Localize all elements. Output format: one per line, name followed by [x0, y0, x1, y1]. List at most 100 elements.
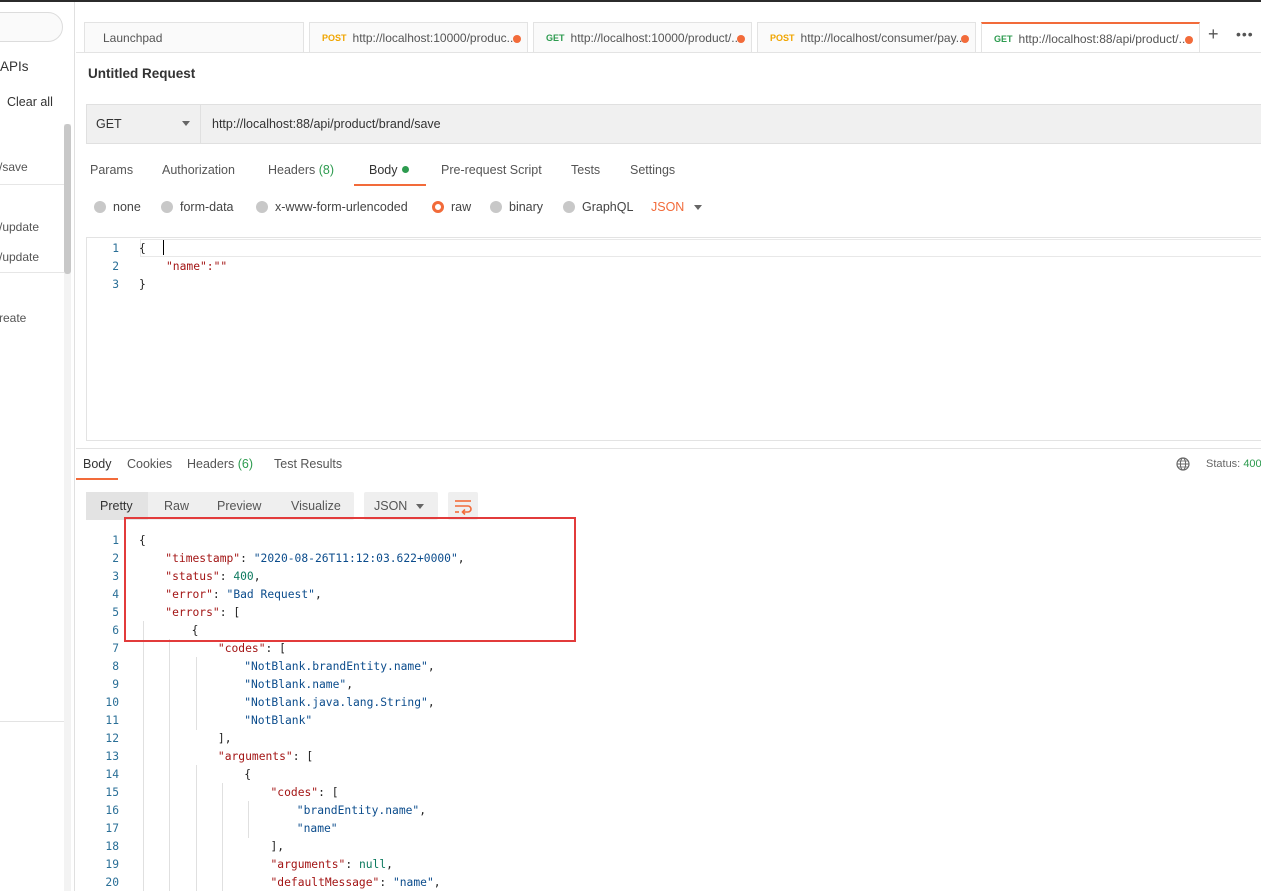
radio-none[interactable]: none	[94, 200, 141, 214]
tab-headers[interactable]: Headers (8)	[268, 163, 334, 177]
globe-icon[interactable]	[1176, 457, 1190, 471]
tab-response-headers[interactable]: Headers (6)	[187, 457, 253, 471]
code-line: "NotBlank.java.lang.String",	[244, 696, 434, 709]
line-number: 14	[105, 768, 119, 781]
code-line: "codes": [	[271, 786, 339, 799]
response-format-select[interactable]: JSON	[364, 492, 438, 520]
code-line: "arguments": null,	[271, 858, 393, 871]
code-token: "name"	[392, 876, 434, 889]
view-mode-preview[interactable]: Preview	[217, 499, 261, 513]
sidebar-search-input[interactable]	[0, 12, 63, 42]
tab-method: GET	[994, 33, 1013, 44]
tab-request-3[interactable]: POST http://localhost/consumer/pay...	[757, 22, 976, 53]
tab-count: (6)	[237, 457, 254, 471]
radio-x-www-form-urlencoded[interactable]: x-www-form-urlencoded	[256, 200, 408, 214]
code-token: null	[358, 858, 387, 871]
sidebar-scrollbar[interactable]	[64, 124, 71, 274]
history-item[interactable]: /update	[0, 250, 39, 264]
history-item[interactable]: /update	[0, 220, 39, 234]
code-token: ,	[419, 804, 427, 817]
radio-graphql[interactable]: GraphQL	[563, 200, 633, 214]
line-number: 1	[112, 534, 119, 547]
tab-request-1[interactable]: POST http://localhost:10000/produc...	[309, 22, 528, 53]
line-number: 19	[105, 858, 119, 871]
radio-circle-icon	[161, 201, 173, 213]
tab-pre-request-script[interactable]: Pre-request Script	[441, 163, 542, 177]
tab-authorization[interactable]: Authorization	[162, 163, 235, 177]
sidebar-apis-tab[interactable]: APIs	[0, 59, 29, 74]
tab-settings[interactable]: Settings	[630, 163, 675, 177]
wrap-lines-icon	[455, 500, 472, 516]
line-number: 1	[112, 242, 119, 255]
status-value: 400	[1243, 458, 1261, 470]
code-token: "NotBlank.brandEntity.name"	[244, 660, 428, 673]
indent-guide	[221, 783, 223, 891]
radio-label: raw	[451, 200, 472, 214]
tab-tests[interactable]: Tests	[571, 163, 600, 177]
wrap-lines-button[interactable]	[448, 492, 478, 520]
tab-label: Tests	[571, 163, 601, 177]
radio-form-data[interactable]: form-data	[161, 200, 234, 214]
tab-response-cookies[interactable]: Cookies	[127, 457, 172, 471]
code-line: "arguments": [	[218, 750, 313, 763]
url-input[interactable]: http://localhost:88/api/product/brand/sa…	[212, 117, 441, 131]
tab-label: http://localhost:10000/product/...	[570, 31, 742, 45]
history-item[interactable]: /save	[0, 160, 28, 174]
line-number: 2	[112, 260, 119, 273]
view-mode-pretty[interactable]: Pretty	[100, 499, 133, 513]
line-number: 3	[112, 570, 119, 583]
code-token: ,	[386, 858, 393, 871]
status-label: Status:	[1206, 458, 1241, 470]
radio-label: form-data	[180, 200, 234, 214]
tab-label: Settings	[630, 163, 676, 177]
tab-test-results[interactable]: Test Results	[274, 457, 342, 471]
code-token: ,	[346, 678, 354, 691]
code-line: "NotBlank.name",	[244, 678, 353, 691]
active-tab-indicator	[76, 478, 118, 480]
response-format-value: JSON	[374, 499, 408, 513]
tab-method: POST	[322, 33, 347, 43]
body-format-select[interactable]: JSON	[651, 200, 684, 214]
code-line: ],	[271, 840, 285, 853]
view-mode-visualize[interactable]: Visualize	[291, 499, 341, 513]
tab-request-active[interactable]: GET http://localhost:88/api/product/...	[981, 22, 1200, 53]
tab-launchpad[interactable]: Launchpad	[84, 22, 304, 53]
clear-all-button[interactable]: Clear all	[7, 95, 53, 109]
response-status: Status: 400	[1206, 458, 1261, 470]
chevron-down-icon	[416, 504, 424, 509]
unsaved-dot-icon	[513, 35, 521, 43]
new-tab-plus-icon[interactable]: +	[1208, 24, 1219, 45]
line-number: 11	[105, 714, 119, 727]
tab-params[interactable]: Params	[90, 163, 133, 177]
code-line: "name":""	[166, 260, 228, 273]
annotation-highlight-box	[124, 517, 576, 642]
code-line: "name"	[297, 822, 338, 835]
line-number: 20	[105, 876, 119, 889]
code-token: : [	[292, 750, 314, 763]
view-mode-raw[interactable]: Raw	[164, 499, 189, 513]
tab-label: Cookies	[127, 457, 173, 471]
tab-label: Authorization	[162, 163, 235, 177]
radio-raw[interactable]: raw	[432, 200, 471, 214]
tab-body[interactable]: Body	[369, 163, 409, 177]
code-token: "codes"	[270, 786, 319, 799]
history-item[interactable]: reate	[0, 311, 26, 325]
chevron-down-icon[interactable]	[694, 205, 702, 210]
tab-request-2[interactable]: GET http://localhost:10000/product/...	[533, 22, 752, 53]
unsaved-dot-icon	[737, 35, 745, 43]
history-list: /save /update /update reate	[0, 122, 64, 722]
active-tab-indicator	[354, 184, 426, 186]
code-line: }	[139, 278, 146, 291]
radio-binary[interactable]: binary	[490, 200, 543, 214]
method-select[interactable]: GET	[87, 105, 201, 143]
request-body-editor[interactable]	[86, 237, 1261, 441]
line-number: 9	[112, 678, 119, 691]
line-number: 10	[105, 696, 119, 709]
line-number: 4	[112, 588, 119, 601]
line-number: 8	[112, 660, 119, 673]
request-title[interactable]: Untitled Request	[88, 66, 195, 81]
more-tabs-icon[interactable]: •••	[1236, 26, 1254, 42]
text-cursor	[163, 240, 164, 255]
tab-response-body[interactable]: Body	[83, 457, 112, 471]
code-token: "name"	[296, 822, 338, 835]
